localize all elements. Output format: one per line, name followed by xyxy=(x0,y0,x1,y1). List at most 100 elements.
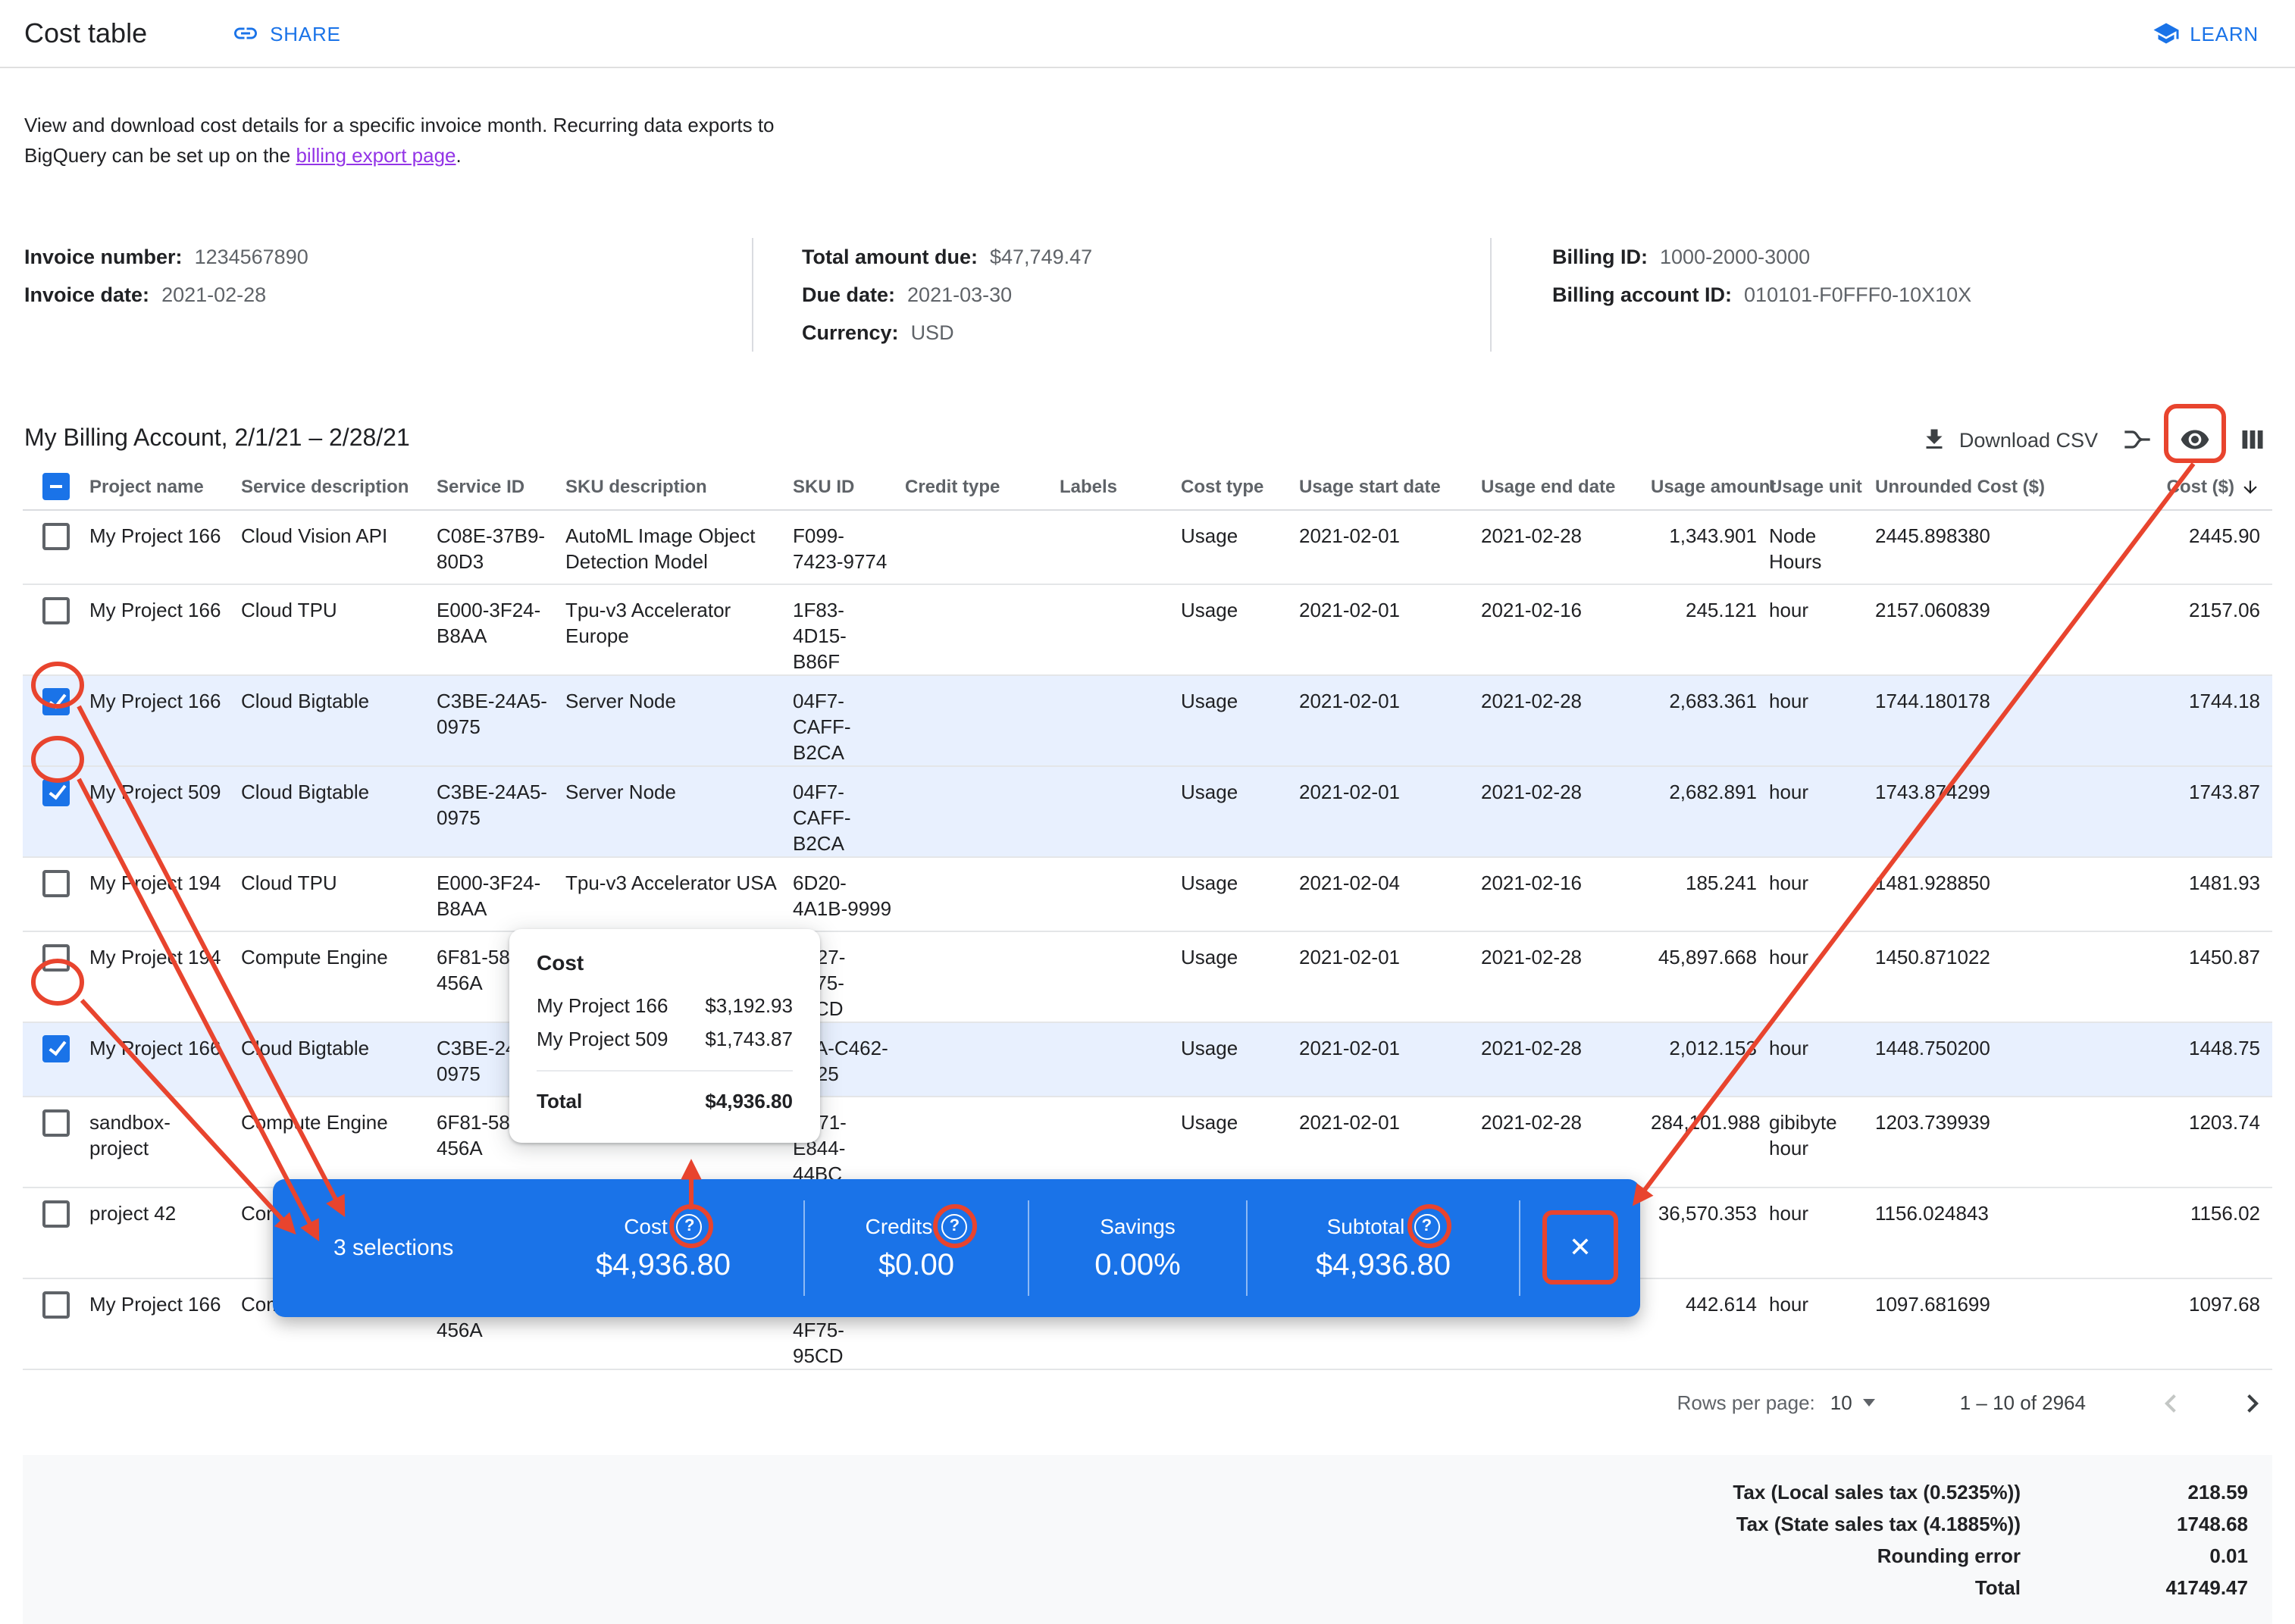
row-checkbox[interactable] xyxy=(42,596,70,624)
cell-project-name: My Project 166 xyxy=(89,509,241,584)
cell-cost: 1448.75 xyxy=(2118,1022,2272,1096)
col-header-credit-type[interactable]: Credit type xyxy=(905,464,1060,509)
cell-project-name: My Project 509 xyxy=(89,765,241,856)
col-header-unrounded-cost[interactable]: Unrounded Cost ($) xyxy=(1875,464,2118,509)
cell-credit-type xyxy=(905,1022,1060,1096)
cell-cost-type: Usage xyxy=(1181,584,1299,674)
tooltip-rows: My Project 166$3,192.93 My Project 509$1… xyxy=(537,990,793,1056)
cell-service-description: Cloud Vision API xyxy=(241,509,437,584)
cell-sku-id: F099-7423-9774 xyxy=(793,509,905,584)
chevron-left-icon xyxy=(2153,1385,2189,1421)
cell-usage-amount: 2,012.153 xyxy=(1651,1022,1769,1096)
cell-sku-description: Server Node xyxy=(565,765,793,856)
tooltip-row: My Project 166$3,192.93 xyxy=(537,990,793,1023)
cell-credit-type xyxy=(905,584,1060,674)
cell-usage-end-date: 2021-02-28 xyxy=(1481,931,1651,1022)
col-header-cost[interactable]: Cost ($) xyxy=(2118,464,2272,509)
cell-usage-end-date: 2021-02-28 xyxy=(1481,674,1651,765)
cell-credit-type xyxy=(905,509,1060,584)
cell-sku-description: Tpu-v3 Accelerator USA xyxy=(565,856,793,931)
col-header-project-name[interactable]: Project name xyxy=(89,464,241,509)
cell-usage-start-date: 2021-02-01 xyxy=(1299,1096,1481,1187)
cell-cost: 1450.87 xyxy=(2118,931,2272,1022)
col-header-service-description[interactable]: Service description xyxy=(241,464,437,509)
invoice-field: Total amount due:$47,749.47 xyxy=(802,238,1490,276)
page-description: View and download cost details for a spe… xyxy=(24,111,855,171)
previous-page-button[interactable] xyxy=(2153,1385,2189,1421)
close-selection-bar-button[interactable]: ✕ xyxy=(1550,1218,1611,1278)
billing-account-title: My Billing Account, 2/1/21 – 2/28/21 xyxy=(24,426,410,453)
row-checkbox[interactable] xyxy=(42,522,70,549)
visibility-toggle-button[interactable] xyxy=(2177,421,2213,458)
row-checkbox[interactable] xyxy=(42,869,70,896)
col-header-cost-type[interactable]: Cost type xyxy=(1181,464,1299,509)
savings-value: 0.00% xyxy=(1094,1248,1180,1283)
row-checkbox[interactable] xyxy=(42,1109,70,1136)
next-page-button[interactable] xyxy=(2234,1385,2271,1421)
sankey-chart-icon xyxy=(2122,424,2153,455)
page-title: Cost table xyxy=(24,17,147,49)
download-csv-button[interactable]: Download CSV xyxy=(1921,426,2098,453)
cell-service-description: Cloud Bigtable xyxy=(241,765,437,856)
invoice-field: Billing ID:1000-2000-3000 xyxy=(1552,238,2271,276)
selection-subtotal-group: Subtotal? $4,936.80 xyxy=(1248,1179,1519,1317)
col-header-labels[interactable]: Labels xyxy=(1060,464,1181,509)
learn-label: LEARN xyxy=(2190,22,2259,45)
invoice-field-value: 2021-02-28 xyxy=(161,276,266,314)
col-header-usage-end-date[interactable]: Usage end date xyxy=(1481,464,1651,509)
tax-label: Total xyxy=(1975,1571,2021,1603)
col-header-usage-amount[interactable]: Usage amount xyxy=(1651,464,1769,509)
chevron-right-icon xyxy=(2234,1385,2271,1421)
col-header-usage-start-date[interactable]: Usage start date xyxy=(1299,464,1481,509)
learn-button[interactable]: LEARN xyxy=(2140,11,2271,56)
row-checkbox[interactable] xyxy=(42,687,70,715)
select-all-checkbox[interactable] xyxy=(42,473,70,500)
table-toolbar: Download CSV xyxy=(1921,421,2271,458)
row-checkbox[interactable] xyxy=(42,1034,70,1062)
selection-credits-group: Credits? $0.00 xyxy=(805,1179,1028,1317)
rows-per-page-value: 10 xyxy=(1830,1391,1852,1414)
cell-service-id: E000-3F24-B8AA xyxy=(437,856,565,931)
cell-unrounded-cost: 1743.874299 xyxy=(1875,765,2118,856)
cell-usage-start-date: 2021-02-01 xyxy=(1299,509,1481,584)
subtotal-help-icon[interactable]: ? xyxy=(1414,1213,1439,1239)
tax-row: Rounding error 0.01 xyxy=(47,1539,2248,1571)
cost-help-icon[interactable]: ? xyxy=(677,1213,703,1239)
col-header-service-id[interactable]: Service ID xyxy=(437,464,565,509)
cell-usage-unit: Node Hours xyxy=(1769,509,1875,584)
share-button[interactable]: SHARE xyxy=(220,11,353,56)
cost-table-page: Cost table SHARE LEARN View and download… xyxy=(0,0,2295,1534)
selection-count: 3 selections xyxy=(273,1179,523,1317)
invoice-field-label: Billing ID: xyxy=(1552,238,1648,276)
table-section-header: My Billing Account, 2/1/21 – 2/28/21 Dow… xyxy=(24,415,2271,464)
row-checkbox[interactable] xyxy=(42,778,70,806)
invoice-field-label: Total amount due: xyxy=(802,238,978,276)
row-checkbox[interactable] xyxy=(42,943,70,971)
table-row: My Project 166 Cloud Bigtable C3BE-24A5-… xyxy=(23,1022,2272,1096)
cell-usage-unit: hour xyxy=(1769,1278,1875,1369)
chart-toggle-button[interactable] xyxy=(2119,421,2156,458)
cell-usage-amount: 185.241 xyxy=(1651,856,1769,931)
col-header-sku-id[interactable]: SKU ID xyxy=(793,464,905,509)
cell-service-id: C3BE-24A5-0975 xyxy=(437,765,565,856)
invoice-col-2: Total amount due:$47,749.47 Due date:202… xyxy=(752,238,1490,352)
cell-service-description: Cloud TPU xyxy=(241,856,437,931)
cell-labels xyxy=(1060,509,1181,584)
cell-sku-id: 04F7-CAFF-B2CA xyxy=(793,765,905,856)
row-checkbox[interactable] xyxy=(42,1291,70,1318)
billing-export-link[interactable]: billing export page xyxy=(296,144,456,167)
credits-label: Credits xyxy=(866,1213,933,1239)
col-header-usage-unit[interactable]: Usage unit xyxy=(1769,464,1875,509)
credits-help-icon[interactable]: ? xyxy=(941,1213,967,1239)
column-settings-button[interactable] xyxy=(2234,421,2271,458)
cell-service-id: C3BE-24A5-0975 xyxy=(437,674,565,765)
cell-unrounded-cost: 1156.024843 xyxy=(1875,1187,2118,1278)
cell-project-name: My Project 194 xyxy=(89,931,241,1022)
row-checkbox[interactable] xyxy=(42,1200,70,1227)
col-header-sku-description[interactable]: SKU description xyxy=(565,464,793,509)
invoice-field: Invoice date:2021-02-28 xyxy=(24,276,752,314)
invoice-field-value: 2021-03-30 xyxy=(907,276,1012,314)
tooltip-amount: $1,743.87 xyxy=(705,1023,793,1056)
rows-per-page-select[interactable]: 10 xyxy=(1830,1391,1875,1414)
cell-service-description: Compute Engine xyxy=(241,1096,437,1187)
